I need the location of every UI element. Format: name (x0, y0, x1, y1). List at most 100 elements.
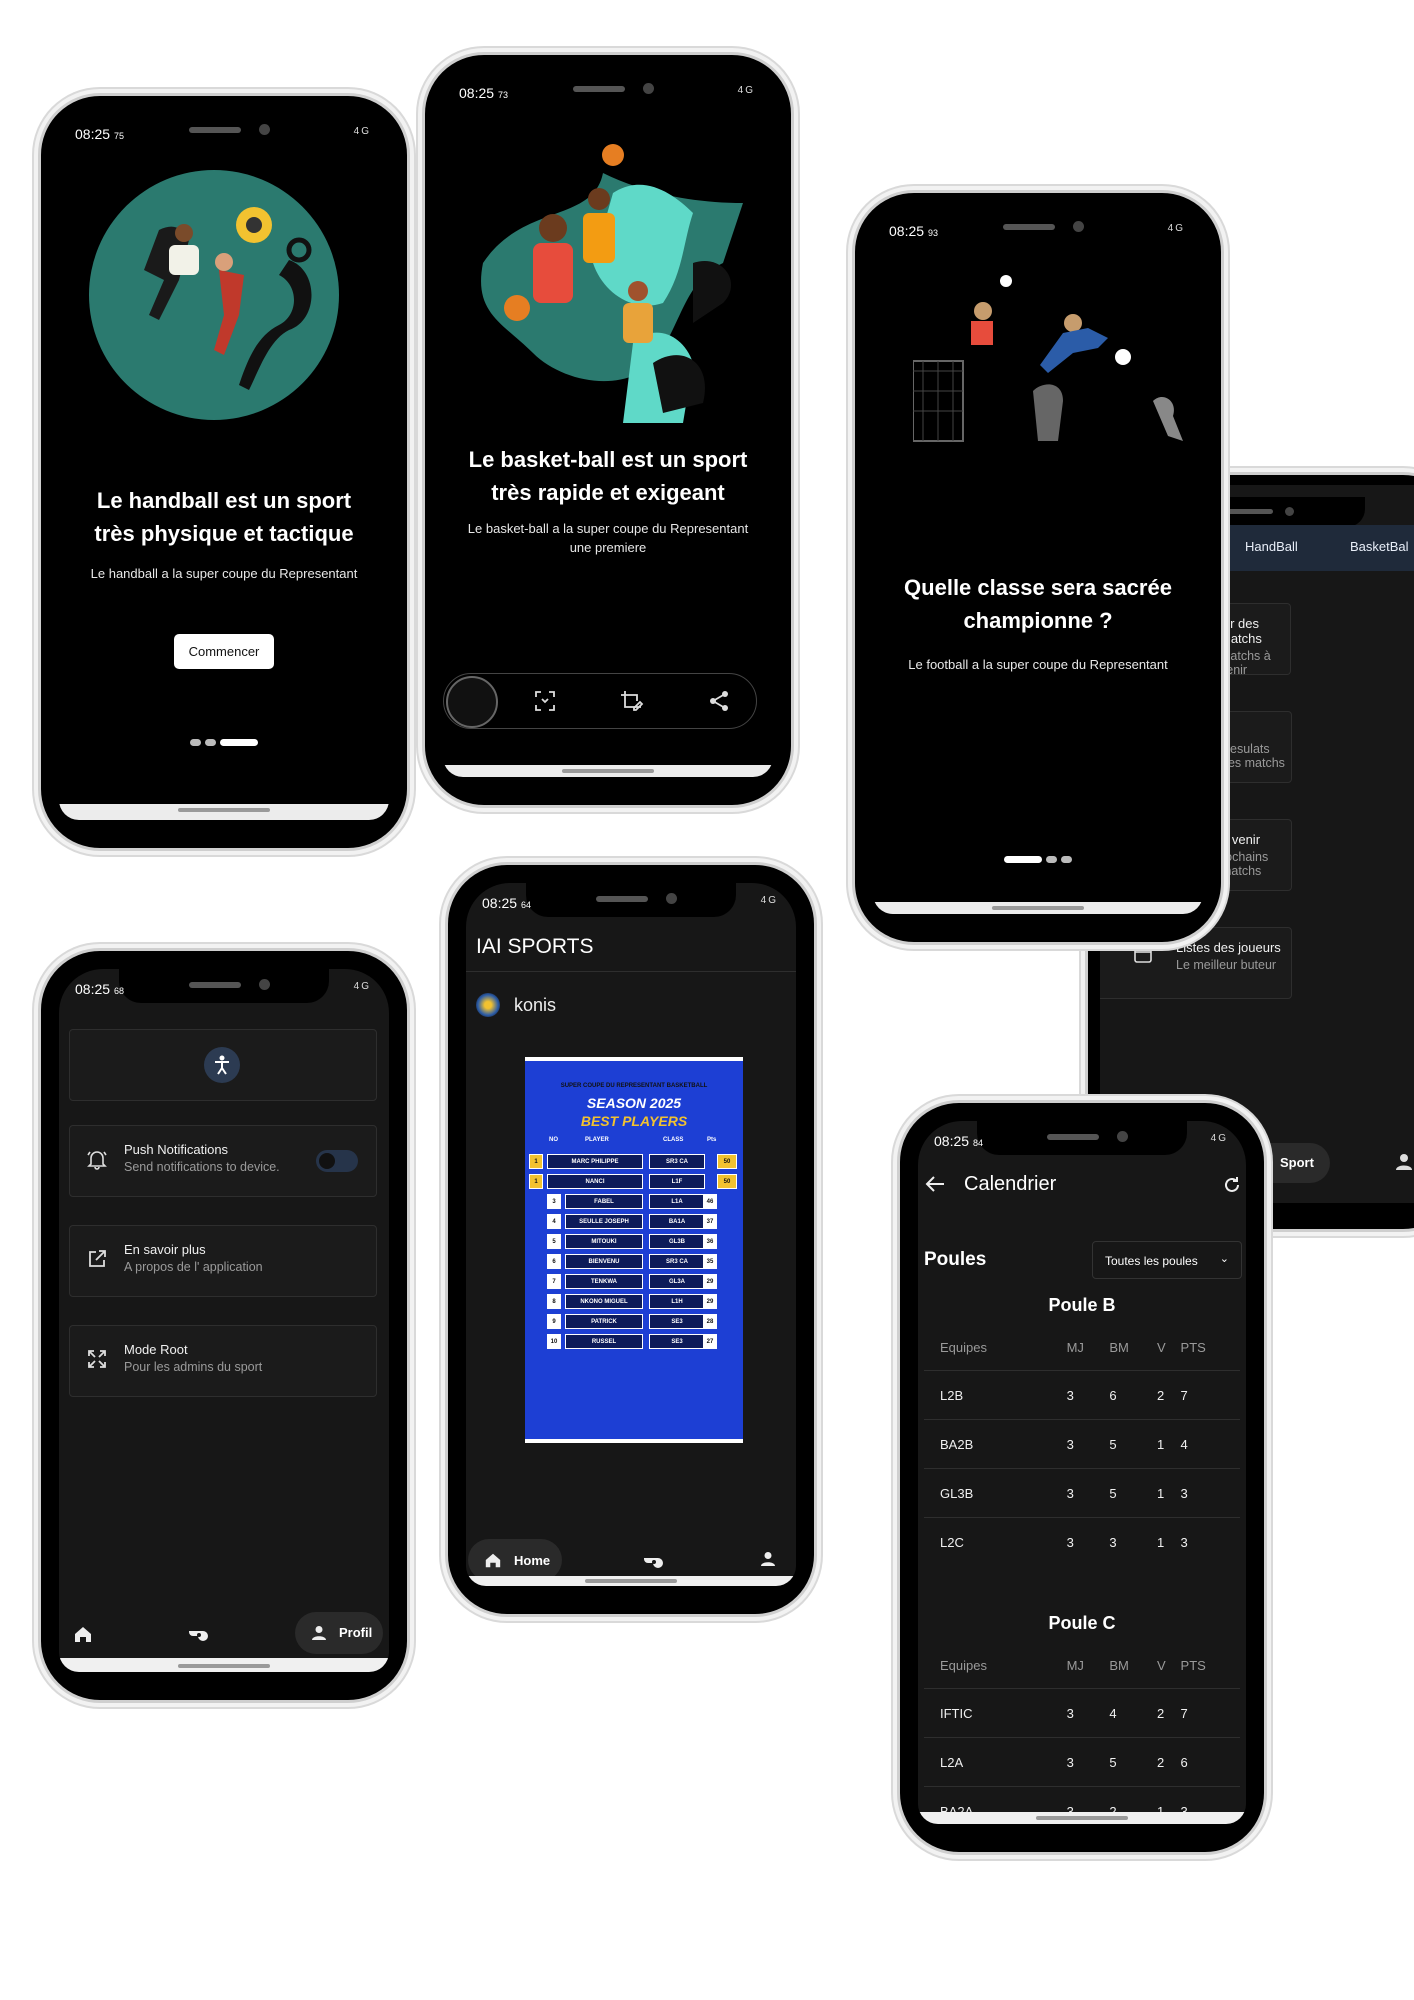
group-title: Poule B (1048, 1295, 1116, 1315)
table-cell: L2A (924, 1737, 1066, 1787)
group-dropdown-value: Toutes les poules (1105, 1254, 1198, 1268)
phone-calendar: 08:25 84 4G Calendrier Poules Toutes les… (897, 1100, 1267, 1855)
table-cell: 1 (1155, 1517, 1180, 1566)
group-dropdown[interactable]: Toutes les poules ⌄ (1092, 1241, 1242, 1279)
nav-home-label: Home (514, 1553, 551, 1568)
avatar (476, 993, 500, 1017)
whistle-icon[interactable] (187, 1626, 209, 1647)
poster-cell: 29 (703, 1274, 717, 1289)
start-button[interactable]: Commencer (173, 634, 275, 669)
person-icon[interactable] (760, 1551, 776, 1572)
settings-item-about[interactable]: En savoir plus A propos de l' applicatio… (69, 1225, 377, 1297)
menu-item-title: s (1221, 724, 1228, 739)
table-cell: 6 (1179, 1737, 1240, 1787)
home-icon[interactable] (73, 1624, 93, 1649)
expand-icon (86, 1348, 108, 1375)
menu-item-title: à venir (1221, 832, 1261, 847)
author-name: konis (514, 995, 557, 1015)
screenshot-toolbar (443, 673, 757, 729)
poster-cell: L1A (649, 1194, 705, 1209)
page-indicator (59, 734, 389, 752)
poster-cell: TENKWA (565, 1274, 643, 1289)
poster-cell: NKONO MIGUEL (565, 1294, 643, 1309)
onboarding-subtitle: Le football a la super coupe du Represen… (908, 657, 1168, 672)
handball-illustration (89, 170, 339, 420)
poster-cell: 50 (717, 1174, 737, 1189)
poster-cell: PATRICK (565, 1314, 643, 1329)
menu-item-desc: Le meilleur buteur (1176, 958, 1277, 972)
poster-cell: 37 (703, 1214, 717, 1229)
poster-cell: BIENVENU (565, 1254, 643, 1269)
poster-row: 7 TENKWA GL3A 29 (525, 1274, 743, 1291)
accessibility-card[interactable] (69, 1029, 377, 1101)
poster-cell: MITOUKI (565, 1234, 643, 1249)
status-time: 08:25 75 (75, 126, 124, 142)
table-row[interactable]: L2C 3 3 1 3 (924, 1517, 1240, 1566)
table-row[interactable]: IFTIC 3 4 2 7 (924, 1688, 1240, 1738)
poster-cell: SR3 CA (649, 1154, 705, 1169)
settings-item-root[interactable]: Mode Root Pour les admins du sport (69, 1325, 377, 1397)
chevron-down-icon: ⌄ (1219, 1253, 1229, 1265)
poster-cell: NANCI (547, 1174, 643, 1189)
poster-header: SUPER COUPE DU REPRESENTANT BASKETBALL (560, 1083, 708, 1089)
table-cell: BA2B (924, 1419, 1066, 1469)
poster-columns: NO PLAYER CLASS Pts (549, 1137, 717, 1143)
poster-cell: 4 (547, 1214, 561, 1229)
poster-cell: RUSSEL (565, 1334, 643, 1349)
scan-icon[interactable] (534, 690, 556, 717)
phone-onboarding-handball: 08:25 75 4G Le handball est un sport trè… (38, 93, 410, 851)
screenshot-thumbnail[interactable] (446, 676, 498, 728)
tab-basketball[interactable]: BasketBal (1350, 539, 1409, 554)
poster-cell: SE3 (649, 1314, 705, 1329)
poster-row: 5 MITOUKI GL3B 36 (525, 1234, 743, 1251)
poster-cell: SE3 (649, 1334, 705, 1349)
table-row[interactable]: L2B 3 6 2 7 (924, 1370, 1240, 1420)
menu-item-desc: rochains matchs (1221, 850, 1269, 878)
push-toggle[interactable] (316, 1150, 358, 1172)
share-icon[interactable] (708, 690, 730, 717)
poster-cell: 35 (703, 1254, 717, 1269)
back-arrow-icon[interactable] (924, 1173, 946, 1200)
crop-edit-icon[interactable] (620, 690, 644, 717)
page-indicator (873, 851, 1203, 869)
poster-cell: L1F (649, 1174, 705, 1189)
person-icon (312, 1626, 326, 1640)
status-time: 08:25 68 (75, 981, 124, 997)
external-link-icon (86, 1248, 108, 1275)
table-cell: 2 (1155, 1370, 1180, 1420)
poster-cell: 50 (717, 1154, 737, 1169)
poster-cell: MARC PHILIPPE (547, 1154, 643, 1169)
post-image-best-players[interactable]: SUPER COUPE DU REPRESENTANT BASKETBALL S… (525, 1057, 743, 1443)
refresh-icon[interactable] (1222, 1175, 1242, 1200)
status-icons: 4G (760, 895, 778, 906)
page-title: Calendrier (964, 1173, 1057, 1195)
poster-cell: L1H (649, 1294, 705, 1309)
poster-subtitle: BEST PLAYERS (580, 1113, 688, 1129)
poster-row: 6 BIENVENU SR3 CA 35 (525, 1254, 743, 1271)
table-cell: 2 (1155, 1737, 1180, 1787)
person-icon[interactable] (1395, 1153, 1413, 1176)
poster-row: 10 RUSSEL SE3 27 (525, 1334, 743, 1351)
settings-item-push[interactable]: Push Notifications Send notifications to… (69, 1125, 377, 1197)
poster-cell: 46 (703, 1194, 717, 1209)
poster-rows: 1 MARC PHILIPPE SR3 CA 50 1 NANCI L1F 50 3 FABEL L… (525, 1154, 743, 1351)
table-cell: 3 (1108, 1517, 1156, 1566)
status-icons: 4G (1210, 1133, 1228, 1144)
accessibility-icon (204, 1047, 240, 1083)
status-time: 08:25 64 (482, 895, 531, 911)
poster-cell: BA1A (649, 1214, 705, 1229)
status-time: 08:25 84 (934, 1133, 983, 1149)
table-row[interactable]: GL3B 3 5 1 3 (924, 1468, 1240, 1518)
tab-handball[interactable]: HandBall (1245, 539, 1298, 554)
poster-cell: SEULLE JOSEPH (565, 1214, 643, 1229)
whistle-icon[interactable] (642, 1553, 664, 1574)
table-row[interactable]: BA2B 3 5 1 4 (924, 1419, 1240, 1469)
basketball-illustration (463, 133, 763, 423)
nav-profil-button[interactable]: Profil (295, 1612, 383, 1654)
table-row[interactable]: L2A 3 5 2 6 (924, 1737, 1240, 1787)
nav-home-button[interactable]: Home (468, 1539, 562, 1581)
status-icons: 4G (353, 126, 371, 137)
calendar-icon (1133, 944, 1153, 970)
phone-onboarding-football: 08:25 93 4G Quelle classe sera sacrée ch… (852, 190, 1224, 945)
group-poule-c: Poule C Equipes MJ BM V PTS IFTIC 3 4 2 7 L2A… (924, 1605, 1240, 1824)
